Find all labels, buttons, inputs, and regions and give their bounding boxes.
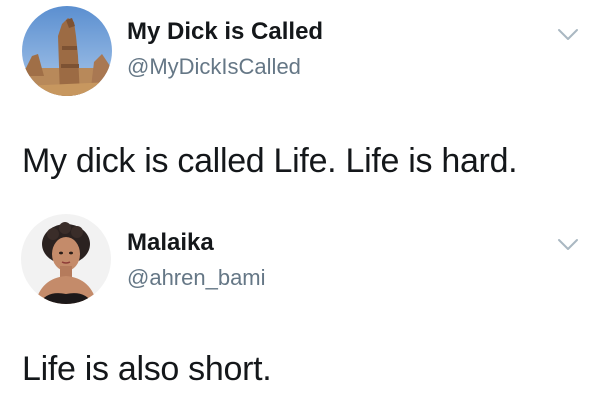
display-name[interactable]: Malaika — [127, 229, 214, 257]
user-handle[interactable]: @ahren_bami — [127, 265, 266, 291]
tweet-card: My Dick is Called @MyDickIsCalled My dic… — [0, 0, 597, 200]
tweet-card: Malaika @ahren_bami Life is also short. — [0, 200, 597, 400]
desert-rock-avatar-icon — [22, 6, 112, 96]
chevron-down-icon[interactable] — [557, 28, 579, 42]
tweet-text: My dick is called Life. Life is hard. — [22, 142, 518, 180]
avatar[interactable] — [21, 214, 111, 304]
profile-photo-avatar-icon — [21, 214, 111, 304]
avatar[interactable] — [22, 6, 112, 96]
chevron-down-icon[interactable] — [557, 238, 579, 252]
display-name[interactable]: My Dick is Called — [127, 18, 323, 46]
tweet-text: Life is also short. — [22, 350, 272, 388]
user-handle[interactable]: @MyDickIsCalled — [127, 54, 301, 80]
